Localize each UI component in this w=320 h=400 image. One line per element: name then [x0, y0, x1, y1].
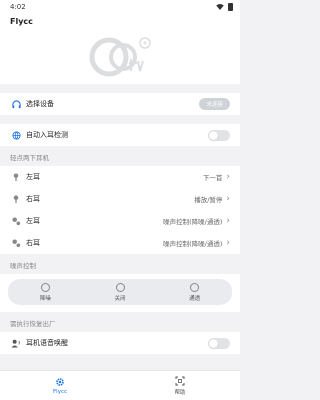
tap-row-value: 下一首	[202, 174, 223, 182]
select-device-row[interactable]: 选择设备 未连接	[0, 93, 240, 115]
chevron-right-icon: ›	[226, 216, 230, 226]
earbud-icon	[10, 238, 22, 248]
auto-ear-card: 自动入耳检测	[0, 124, 240, 146]
tap-row-label: 右耳	[26, 195, 40, 203]
auto-ear-toggle[interactable]	[208, 129, 230, 141]
noise-mode-label: 关闭	[114, 295, 126, 302]
tap-row-label: 右耳	[26, 239, 40, 247]
earbud-icon	[10, 194, 22, 204]
chevron-right-icon: ›	[226, 194, 230, 204]
tap-row-right-1[interactable]: 右耳 播放/暂停 ›	[0, 188, 240, 210]
status-bar: 4:02	[0, 0, 240, 14]
voice-wake-toggle[interactable]	[208, 337, 230, 349]
nav-item-help[interactable]: 帮助	[120, 371, 240, 400]
chevron-right-icon: ›	[226, 172, 230, 182]
bottom-nav: Flycc 帮助	[0, 370, 240, 400]
noise-off-icon	[115, 282, 125, 292]
nav-label: Flycc	[53, 388, 67, 395]
tap-row-value: 噪声控制(降噪/通透)	[163, 218, 223, 226]
hero-logo-area	[0, 28, 240, 84]
app-bar: Flycc	[0, 14, 240, 28]
earbud-icon	[10, 216, 22, 226]
gear-icon	[56, 377, 64, 386]
noise-control-card: 降噪 关闭 通透	[0, 274, 240, 312]
tap-row-label: 左耳	[26, 173, 40, 181]
auto-ear-row: 自动入耳检测	[0, 124, 240, 146]
voice-user-icon	[10, 339, 22, 348]
flycc-logo-icon	[89, 37, 151, 77]
tap-row-right-2[interactable]: 右耳 噪声控制(降噪/通透) ›	[0, 232, 240, 254]
voice-wake-card: 耳机语音唤醒	[0, 332, 240, 354]
noise-mode-transparency[interactable]: 通透	[157, 279, 232, 305]
status-time: 4:02	[10, 3, 26, 11]
voice-wake-row: 耳机语音唤醒	[0, 332, 240, 354]
tap-row-label: 左耳	[26, 217, 40, 225]
headphones-icon	[10, 99, 22, 109]
help-frame-icon	[175, 376, 185, 385]
tap-row-left-1[interactable]: 左耳 下一首 ›	[0, 166, 240, 188]
globe-icon	[10, 130, 22, 140]
wifi-icon	[216, 4, 224, 10]
app-title: Flycc	[10, 16, 33, 26]
nav-item-flycc[interactable]: Flycc	[0, 371, 120, 400]
battery-icon	[228, 3, 233, 11]
noise-control-segmented: 降噪 关闭 通透	[8, 279, 232, 305]
factory-reset-section-title: 需执行恢复出厂	[10, 320, 56, 328]
tap-row-value: 播放/暂停	[194, 196, 223, 204]
tap-row-value: 噪声控制(降噪/通透)	[163, 240, 223, 248]
tap-row-left-2[interactable]: 左耳 噪声控制(降噪/通透) ›	[0, 210, 240, 232]
tap-card: 左耳 下一首 › 右耳 播放/暂停 › 左耳 噪声控制(降噪/通透) › 右耳 …	[0, 166, 240, 254]
nav-label: 帮助	[174, 389, 186, 396]
noise-mode-anc[interactable]: 降噪	[8, 279, 83, 305]
select-device-label: 选择设备	[26, 100, 54, 108]
device-card: 选择设备 未连接	[0, 93, 240, 115]
noise-section-title: 噪声控制	[10, 262, 36, 270]
earbud-icon	[10, 172, 22, 182]
noise-cancel-icon	[40, 282, 50, 292]
status-icons	[216, 3, 233, 11]
connection-status-button[interactable]: 未连接	[199, 98, 230, 110]
noise-mode-off[interactable]: 关闭	[83, 279, 158, 305]
chevron-right-icon: ›	[226, 238, 230, 248]
auto-ear-label: 自动入耳检测	[26, 131, 68, 139]
transparency-icon	[190, 282, 200, 292]
noise-mode-label: 降噪	[39, 295, 51, 302]
noise-mode-label: 通透	[189, 295, 201, 302]
tap-section-title: 轻点两下耳机	[10, 154, 49, 162]
voice-wake-label: 耳机语音唤醒	[26, 339, 68, 347]
